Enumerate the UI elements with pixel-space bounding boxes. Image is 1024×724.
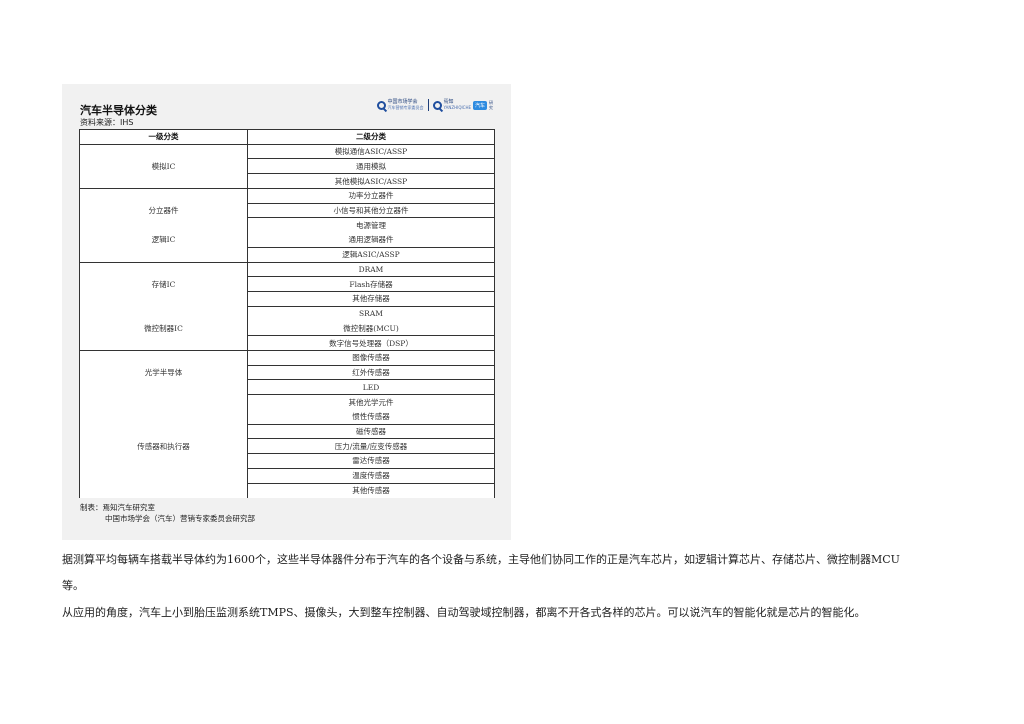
body-paragraph-1: 据测算平均每辆车搭载半导体约为1600个，这些半导体器件分布于汽车的各个设备与系… xyxy=(62,553,900,566)
header-level1: 一级分类 xyxy=(79,129,248,145)
table-row: DRAM xyxy=(79,261,495,277)
level1-cell xyxy=(79,483,248,498)
table-row: 磁传感器 xyxy=(79,423,495,439)
level2-cell: SRAM xyxy=(247,305,495,321)
level2-cell: 小信号和其他分立器件 xyxy=(247,202,495,218)
magnifier-logo-icon xyxy=(376,100,386,110)
table-row: 模拟通信ASIC/ASSP xyxy=(79,143,495,159)
level1-cell: 传感器和执行器 xyxy=(79,438,248,454)
level1-cell: 分立器件 xyxy=(79,203,248,218)
brand-badge: 汽车 xyxy=(472,100,487,110)
level2-cell: 其他光学元件 xyxy=(247,394,495,410)
level2-cell: DRAM xyxy=(247,261,495,277)
figure-footer: 制表：焉知汽车研究室 中国市场学会（汽车）营销专家委员会研究部 xyxy=(80,502,255,524)
level1-cell: 光学半导体 xyxy=(79,365,248,380)
table-row: 传感器和执行器 压力/流量/应变传感器 xyxy=(79,438,495,454)
table-row: 温度传感器 xyxy=(79,467,495,484)
level1-cell xyxy=(79,453,248,469)
level1-cell xyxy=(79,143,248,159)
table-row: 逻辑IC 通用逻辑器件 xyxy=(79,232,495,248)
level1-cell xyxy=(79,261,248,277)
level1-cell xyxy=(79,335,248,351)
level2-cell: 逻辑ASIC/ASSP xyxy=(247,246,495,263)
brand-sub: YANZHIQICHE xyxy=(443,105,471,110)
brand-logo: 焉知 YANZHIQICHE 汽车 研究 xyxy=(432,99,495,111)
level2-cell: 图像传感器 xyxy=(247,349,495,366)
figure-title: 汽车半导体分类 xyxy=(80,104,157,117)
level1-cell xyxy=(79,349,248,366)
table-row: 惯性传感器 xyxy=(79,409,495,425)
level2-cell: 其他传感器 xyxy=(247,482,495,498)
table-row: 电源管理 xyxy=(79,217,495,233)
header-level2: 二级分类 xyxy=(247,129,495,145)
table-row: 雷达传感器 xyxy=(79,453,495,469)
level2-cell: 雷达传感器 xyxy=(247,453,495,469)
level2-cell: 温度传感器 xyxy=(247,467,495,484)
level2-cell: 其他存储器 xyxy=(247,291,495,307)
classification-figure: 汽车半导体分类 资料来源：IHS 中国市场学会 汽车营销专家委员会 焉知 YAN… xyxy=(62,84,511,540)
level2-cell: 功率分立器件 xyxy=(247,187,495,204)
level2-cell: 模拟通信ASIC/ASSP xyxy=(247,143,495,159)
level1-cell xyxy=(79,409,248,425)
footer-line-1: 制表：焉知汽车研究室 xyxy=(80,503,155,512)
level2-cell: Flash存储器 xyxy=(247,276,495,292)
level1-cell xyxy=(79,394,248,410)
level1-cell: 微控制器IC xyxy=(79,321,248,336)
table-row: 分立器件 小信号和其他分立器件 xyxy=(79,202,495,218)
level2-cell: 压力/流量/应变传感器 xyxy=(247,438,495,454)
org-sub: 汽车营销专家委员会 xyxy=(387,105,424,110)
logo-group: 中国市场学会 汽车营销专家委员会 焉知 YANZHIQICHE 汽车 研究 xyxy=(376,99,495,111)
level1-cell xyxy=(79,424,248,439)
table-row: 其他存储器 xyxy=(79,291,495,307)
level1-cell xyxy=(79,217,248,233)
level1-cell xyxy=(79,173,248,189)
org-logo: 中国市场学会 汽车营销专家委员会 xyxy=(376,99,424,111)
level2-cell: 微控制器(MCU) xyxy=(247,321,495,336)
table-row: 光学半导体 红外传感器 xyxy=(79,364,495,380)
figure-source: 资料来源：IHS xyxy=(80,118,134,127)
table-row: 存储IC Flash存储器 xyxy=(79,276,495,292)
table-row: 微控制器IC 微控制器(MCU) xyxy=(79,321,495,336)
table-row: 图像传感器 xyxy=(79,349,495,366)
level1-cell: 逻辑IC xyxy=(79,232,248,248)
level1-cell xyxy=(79,247,248,263)
table-row: 模拟IC 通用模拟 xyxy=(79,158,495,174)
table-row: 逻辑ASIC/ASSP xyxy=(79,246,495,263)
level2-cell: 通用逻辑器件 xyxy=(247,232,495,248)
brand-mark-icon xyxy=(432,100,442,110)
level1-cell: 存储IC xyxy=(79,276,248,292)
brand-tail: 研究 xyxy=(489,100,493,110)
level2-cell: LED xyxy=(247,379,495,395)
table-row: 其他传感器 xyxy=(79,482,495,498)
level2-cell: 其他模拟ASIC/ASSP xyxy=(247,173,495,189)
table-row: SRAM xyxy=(79,305,495,321)
body-paragraph-1-continued: 等。 xyxy=(62,579,84,592)
level1-cell xyxy=(79,291,248,307)
table-row: LED xyxy=(79,379,495,395)
footer-line-2: 中国市场学会（汽车）营销专家委员会研究部 xyxy=(105,514,255,523)
level2-cell: 磁传感器 xyxy=(247,423,495,439)
level2-cell: 红外传感器 xyxy=(247,364,495,380)
level2-cell: 通用模拟 xyxy=(247,158,495,174)
table-row: 其他模拟ASIC/ASSP xyxy=(79,173,495,189)
table-row: 其他光学元件 xyxy=(79,394,495,410)
classification-table: 一级分类 二级分类 模拟通信ASIC/ASSP 模拟IC 通用模拟 其他模拟AS… xyxy=(79,129,495,498)
level1-cell xyxy=(79,306,248,321)
level1-cell xyxy=(79,187,248,204)
table-row: 功率分立器件 xyxy=(79,187,495,204)
level1-cell: 模拟IC xyxy=(79,158,248,174)
level2-cell: 电源管理 xyxy=(247,217,495,233)
level2-cell: 惯性传感器 xyxy=(247,409,495,425)
body-paragraph-2: 从应用的角度，汽车上小到胎压监测系统TMPS、摄像头，大到整车控制器、自动驾驶域… xyxy=(62,606,866,619)
table-row: 数字信号处理器（DSP） xyxy=(79,335,495,351)
logo-divider xyxy=(427,99,429,111)
level1-cell xyxy=(79,379,248,395)
level2-cell: 数字信号处理器（DSP） xyxy=(247,335,495,351)
level1-cell xyxy=(79,468,248,484)
